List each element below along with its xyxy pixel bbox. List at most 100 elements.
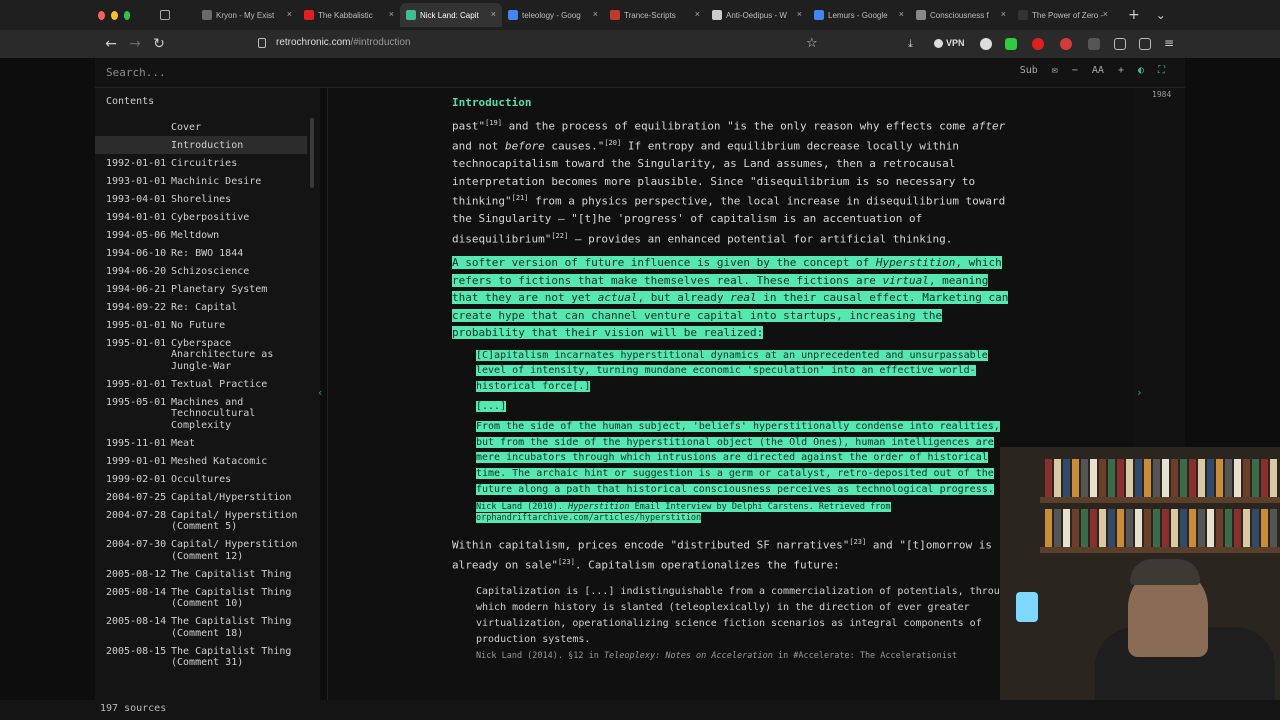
toc-item[interactable]: 2004-07-28 Capital/ Hyperstition (Comment… xyxy=(95,506,307,536)
browser-tab[interactable]: Nick Land: Capit × xyxy=(400,3,502,27)
toc-item[interactable]: 2005-08-14 The Capitalist Thing (Comment … xyxy=(95,613,307,643)
toc-item[interactable]: 1995-05-01 Machines and Technocultural Co… xyxy=(95,393,307,434)
close-tab-icon[interactable]: × xyxy=(1103,9,1108,19)
toc-item[interactable]: 2005-08-12 The Capitalist Thing xyxy=(95,565,307,583)
search-input[interactable]: Search... xyxy=(106,66,166,79)
browser-tab[interactable]: Lemurs - Google × xyxy=(808,3,910,27)
expand-panel-chevron-icon[interactable]: › xyxy=(1136,386,1143,399)
toc-date: 1994-06-20 xyxy=(106,265,167,277)
toc-title: Capital/Hyperstition xyxy=(171,491,292,503)
reload-icon[interactable]: ↻ xyxy=(147,36,171,52)
sidebar-toggle-icon[interactable] xyxy=(1139,38,1151,50)
toc-item[interactable]: 1995-11-01 Meat xyxy=(95,434,307,452)
toc-item[interactable]: 2005-08-15 The Capitalist Thing (Comment … xyxy=(95,642,307,672)
browser-tab[interactable]: Anti-Oedipus - W × xyxy=(706,3,808,27)
footnote-ref[interactable]: [23] xyxy=(558,558,575,566)
url-field[interactable]: retrochronic.com/#introduction xyxy=(276,37,411,48)
toc-item[interactable]: 1994-06-21 Planetary System xyxy=(95,280,307,298)
new-tab-button[interactable]: + xyxy=(1128,7,1140,23)
toc-title: Circuitries xyxy=(171,157,238,169)
extension-icon[interactable] xyxy=(1060,38,1072,50)
book xyxy=(1117,459,1124,497)
browser-tab[interactable]: The Kabbalistic × xyxy=(298,3,400,27)
browser-tab[interactable]: The Power of Zero - × xyxy=(1012,3,1114,27)
webcam-overlay xyxy=(1000,447,1280,700)
close-tab-icon[interactable]: × xyxy=(899,9,904,19)
close-tab-icon[interactable]: × xyxy=(695,9,700,19)
toc-item[interactable]: 2005-08-14 The Capitalist Thing (Comment … xyxy=(95,583,307,613)
tab-overview-icon[interactable] xyxy=(160,10,170,20)
highlighted-paragraph[interactable]: A softer version of future influence is … xyxy=(452,254,1012,342)
bookmark-star-icon[interactable]: ☆ xyxy=(806,36,818,51)
toc-item[interactable]: 2004-07-25 Capital/Hyperstition xyxy=(95,488,307,506)
zoom-out-icon[interactable]: − xyxy=(1072,65,1078,76)
toc-item[interactable]: 1995-01-01 No Future xyxy=(95,316,307,334)
toc-item[interactable]: 1994-05-06 Meltdown xyxy=(95,226,307,244)
tab-menu-icon[interactable]: ⌄ xyxy=(1156,8,1166,22)
toc-item[interactable]: 1994-09-22 Re: Capital xyxy=(95,298,307,316)
browser-tab[interactable]: teleology - Goog × xyxy=(502,3,604,27)
text: Hyperstition xyxy=(568,501,630,512)
toc-item[interactable]: 1994-01-01 Cyberpositive xyxy=(95,208,307,226)
toc-item[interactable]: 1995-01-01 Cyberspace Anarchitecture as J… xyxy=(95,334,307,375)
toc-item[interactable]: 1994-06-10 Re: BWO 1844 xyxy=(95,244,307,262)
footnote-ref[interactable]: [23] xyxy=(849,538,866,546)
footnote-ref[interactable]: [19] xyxy=(485,119,502,127)
sub-button[interactable]: Sub xyxy=(1020,65,1038,76)
close-tab-icon[interactable]: × xyxy=(593,9,598,19)
vpn-label[interactable]: VPN xyxy=(946,38,965,48)
extension-icon[interactable] xyxy=(1088,38,1100,50)
book xyxy=(1261,509,1268,547)
text: after xyxy=(972,119,1006,133)
book xyxy=(1207,459,1214,497)
toc-item[interactable]: 1999-01-01 Meshed Katacomic xyxy=(95,452,307,470)
minimize-window-button[interactable] xyxy=(110,10,118,20)
toc-title: Introduction xyxy=(171,139,244,151)
text: and the process of equilibration "is the… xyxy=(501,119,973,133)
maximize-window-button[interactable] xyxy=(123,10,131,20)
font-size-button[interactable]: AA xyxy=(1092,65,1104,76)
toc-item[interactable]: 1993-04-01 Shorelines xyxy=(95,190,307,208)
favicon-icon xyxy=(202,10,212,20)
fullscreen-icon[interactable]: ⛶ xyxy=(1158,65,1165,76)
mail-icon[interactable]: ✉ xyxy=(1052,65,1058,76)
collapse-sidebar-chevron-icon[interactable]: ‹ xyxy=(317,386,324,399)
close-tab-icon[interactable]: × xyxy=(1001,9,1006,19)
close-tab-icon[interactable]: × xyxy=(491,9,496,19)
site-info-icon[interactable] xyxy=(258,38,266,48)
toc-item[interactable]: 2004-07-30 Capital/ Hyperstition (Comment… xyxy=(95,536,307,566)
extension-icon[interactable] xyxy=(1005,38,1017,50)
toc-item[interactable]: Introduction xyxy=(95,136,307,154)
toc-item[interactable]: 1999-02-01 Occultures xyxy=(95,470,307,488)
toc-item[interactable]: 1992-01-01 Circuitries xyxy=(95,154,307,172)
download-icon[interactable]: ⤓ xyxy=(908,37,913,51)
browser-tab[interactable]: Kryon - My Exist × xyxy=(196,3,298,27)
toc-title: Capital/ Hyperstition (Comment 5) xyxy=(171,509,298,533)
footnote-ref[interactable]: [20] xyxy=(604,139,621,147)
menu-icon[interactable]: ≡ xyxy=(1164,36,1174,50)
back-arrow-icon[interactable]: ← xyxy=(99,36,123,52)
quote-text[interactable]: From the side of the human subject, 'bel… xyxy=(476,420,1000,495)
footnote-ref[interactable]: [21] xyxy=(512,194,529,202)
theme-toggle-icon[interactable]: ◐ xyxy=(1138,65,1144,76)
extension-icon[interactable] xyxy=(980,38,992,50)
footnote-ref[interactable]: [22] xyxy=(551,232,568,240)
zoom-in-icon[interactable]: + xyxy=(1118,65,1124,76)
toc-item[interactable]: Cover xyxy=(95,118,307,136)
tab-title: Consciousness f xyxy=(930,10,989,20)
close-window-button[interactable] xyxy=(98,10,105,20)
toc-item[interactable]: 1993-01-01 Machinic Desire xyxy=(95,172,307,190)
extensions-puzzle-icon[interactable] xyxy=(1114,38,1126,50)
toc-item[interactable]: 1994-06-20 Schizoscience xyxy=(95,262,307,280)
toc-item[interactable]: 1995-01-01 Textual Practice xyxy=(95,375,307,393)
favicon-icon xyxy=(508,10,518,20)
quote-text[interactable]: [C]apitalism incarnates hyperstitional d… xyxy=(476,349,988,393)
forward-arrow-icon[interactable]: → xyxy=(123,36,147,52)
sidebar-scrollbar[interactable] xyxy=(310,118,314,188)
close-tab-icon[interactable]: × xyxy=(287,9,292,19)
browser-tab[interactable]: Trance-Scripts × xyxy=(604,3,706,27)
close-tab-icon[interactable]: × xyxy=(797,9,802,19)
browser-tab[interactable]: Consciousness f × xyxy=(910,3,1012,27)
close-tab-icon[interactable]: × xyxy=(389,9,394,19)
extension-icon[interactable] xyxy=(1032,38,1044,50)
